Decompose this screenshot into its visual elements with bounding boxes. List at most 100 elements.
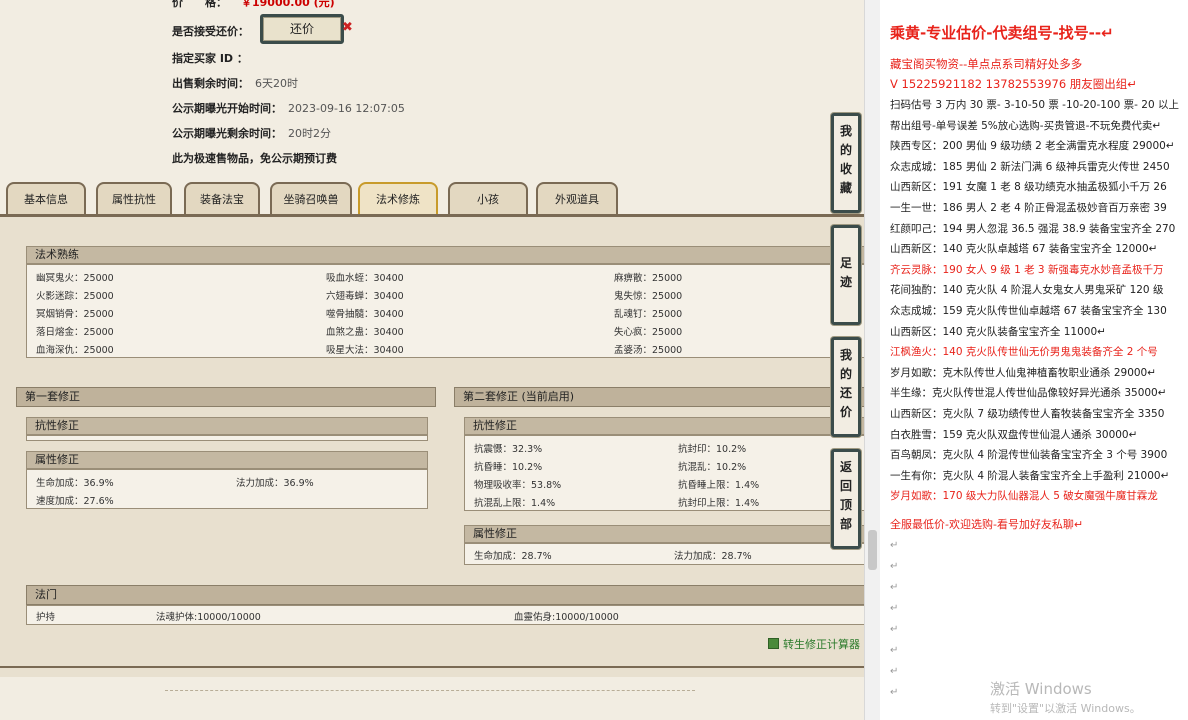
set2-attr-header: 属性修正 — [464, 525, 864, 543]
public-remaining-row: 公示期曝光剩余时间： 20时2分 — [172, 125, 331, 141]
set1-resist-header: 抗性修正 — [26, 417, 428, 435]
tab-mount-pet[interactable]: 坐骑召唤兽 — [270, 182, 352, 216]
skill-cell: 孟婆汤：25000 — [614, 345, 683, 356]
btn-char: 还 — [839, 386, 852, 400]
fashu-header: 法门 — [26, 585, 864, 605]
tab-appearance[interactable]: 外观道具 — [536, 182, 618, 216]
my-haggle-button[interactable]: 我的还价 — [831, 337, 861, 437]
btn-char: 我 — [839, 348, 852, 362]
remaining-time-label: 出售剩余时间： — [172, 77, 249, 90]
btn-char: 返 — [839, 460, 852, 474]
skills-table — [26, 264, 864, 358]
skill-cell: 乱魂钉：25000 — [614, 309, 683, 320]
fast-sale-note: 此为极速售物品，免公示期预订费 — [172, 152, 337, 165]
fashu-cell: 法魂护体:10000/10000 — [156, 612, 261, 623]
btn-char: 藏 — [839, 181, 852, 195]
doc-line: 一生有你：克火队 4 阶混人装备宝宝齐全上手盈利 21000↵ — [890, 469, 1170, 482]
my-favorites-button[interactable]: 我的收藏 — [831, 113, 861, 213]
price-row: 价 格： ￥19000.00 (元) — [172, 0, 335, 10]
vertical-scrollbar[interactable] — [864, 0, 880, 720]
price-value: ￥19000.00 (元) — [241, 0, 335, 9]
price-label: 价 格： — [172, 0, 227, 9]
doc-line: 红颜叩己：194 男人忽混 36.5 强混 38.9 装备宝宝齐全 270 — [890, 222, 1176, 235]
doc-line: 齐云灵脉：190 女人 9 级 1 老 3 新强毒克水妙音孟极千万 — [890, 263, 1164, 276]
tab-child[interactable]: 小孩 — [448, 182, 528, 216]
fashu-body — [26, 605, 864, 625]
btn-char: 迹 — [839, 275, 852, 289]
paragraph-mark: ↵ — [890, 666, 899, 677]
public-remaining-label: 公示期曝光剩余时间： — [172, 127, 282, 140]
btn-char: 部 — [839, 517, 852, 531]
skill-cell: 血海深仇：25000 — [36, 345, 114, 356]
resist-cell: 抗封印：10.2% — [678, 444, 747, 455]
skill-cell: 鬼失惊：25000 — [614, 291, 683, 302]
remaining-time-row: 出售剩余时间： 6天20时 — [172, 75, 298, 91]
tab-attr-resist[interactable]: 属性抗性 — [96, 182, 172, 216]
paragraph-mark: ↵ — [890, 582, 899, 593]
calculator-icon — [768, 638, 779, 649]
doc-line: 帮出组号-单号误差 5%放心选购-买贵管退-不玩免费代卖↵ — [890, 119, 1162, 132]
attr-cell: 法力加成：28.7% — [674, 551, 752, 562]
windows-activation-watermark: 激活 Windows — [990, 680, 1092, 698]
paragraph-mark: ↵ — [890, 624, 899, 635]
skill-cell: 麻痹散：25000 — [614, 273, 683, 284]
btn-char: 收 — [839, 162, 852, 176]
skill-cell: 落日熔金：25000 — [36, 327, 114, 338]
skills-header: 法术熟练 — [26, 246, 864, 264]
public-remaining-value: 20时2分 — [288, 127, 331, 140]
resist-cell: 抗震慑：32.3% — [474, 444, 543, 455]
btn-char: 我 — [839, 124, 852, 138]
resist-cell: 抗混乱上限：1.4% — [474, 498, 556, 509]
paragraph-mark: ↵ — [890, 687, 899, 698]
btn-char: 回 — [839, 479, 852, 493]
skill-cell: 噬骨抽髓：30400 — [326, 309, 404, 320]
haggle-button[interactable]: 还价 — [260, 14, 344, 44]
doc-line: 众志成城：185 男仙 2 新法门满 6 级神兵雷克火传世 2450 — [890, 160, 1170, 173]
btn-char: 顶 — [839, 498, 852, 512]
btn-char: 足 — [839, 256, 852, 270]
doc-line: 江枫渔火：140 克火队传世仙无价男鬼鬼装备齐全 2 个号 — [890, 346, 1158, 359]
set1-header: 第一套修正 — [16, 387, 436, 407]
back-to-top-button[interactable]: 返回顶部 — [831, 449, 861, 549]
tab-basic-info[interactable]: 基本信息 — [6, 182, 86, 216]
paragraph-mark: ↵ — [890, 645, 899, 656]
doc-line: 扫码估号 3 万内 30 票- 3-10-50 票 -10-20-100 票- … — [890, 99, 1179, 111]
skill-cell: 吸星大法：30400 — [326, 345, 404, 356]
footprint-button[interactable]: 足迹 — [831, 225, 861, 325]
doc-line: 百鸟朝凤：克火队 4 阶混传世仙装备宝宝齐全 3 个号 3900 — [890, 449, 1168, 462]
skill-cell: 血煞之蛊：30400 — [326, 327, 404, 338]
doc-line: 山西新区：140 克火队卓越塔 67 装备宝宝齐全 12000↵ — [890, 243, 1158, 256]
resist-cell: 物理吸收率：53.8% — [474, 480, 562, 491]
remaining-time-value: 6天20时 — [255, 77, 298, 90]
doc-line: 山西新区：140 克火队装备宝宝齐全 11000↵ — [890, 325, 1106, 338]
scrollbar-thumb[interactable] — [868, 530, 877, 570]
calc-link-label: 转生修正计算器 — [783, 638, 860, 651]
tab-spell-training[interactable]: 法术修炼 — [358, 182, 438, 216]
doc-line: 藏宝阁买物资--单点点系司精好处多多 — [890, 57, 1083, 71]
close-icon[interactable]: ✖ — [342, 20, 353, 35]
set2-resist-header: 抗性修正 — [464, 417, 864, 435]
divider — [165, 690, 695, 691]
resist-cell: 抗封印上限：1.4% — [678, 498, 760, 509]
skill-cell: 吸血水蛭：30400 — [326, 273, 404, 284]
accept-haggle-label: 是否接受还价： — [172, 25, 249, 38]
attr-cell: 法力加成：36.9% — [236, 478, 314, 489]
attr-cell: 速度加成：27.6% — [36, 496, 114, 507]
public-start-label: 公示期曝光开始时间： — [172, 102, 282, 115]
tab-equipment[interactable]: 装备法宝 — [184, 182, 260, 216]
set1-attr-header: 属性修正 — [26, 451, 428, 469]
calc-link[interactable]: 转生修正计算器 — [768, 636, 860, 652]
windows-activation-hint: 转到"设置"以激活 Windows。 — [990, 702, 1141, 715]
buyer-id-label: 指定买家 ID ： — [172, 52, 248, 65]
btn-char: 的 — [839, 367, 852, 381]
doc-line: 山西新区：191 女魔 1 老 8 级功绩克水抽孟极狐小千万 26 — [890, 181, 1167, 194]
resist-cell: 抗昏睡上限：1.4% — [678, 480, 760, 491]
public-start-row: 公示期曝光开始时间： 2023-09-16 12:07:05 — [172, 100, 405, 116]
document-panel: 乘黄-专业估价-代卖组号-找号--↵ 藏宝阁买物资--单点点系司精好处多多 V … — [880, 0, 1188, 720]
doc-line: 岁月如歌：170 级大力队仙器混人 5 破女魔强牛魔甘霖龙 — [890, 490, 1158, 503]
doc-line: 众志成城：159 克火队传世仙卓越塔 67 装备宝宝齐全 130 — [890, 305, 1167, 317]
paragraph-mark: ↵ — [890, 540, 899, 551]
fashu-cell: 血靈佑身:10000/10000 — [514, 612, 619, 623]
doc-line: 白衣胜雪：159 克火队双盘传世仙混人通杀 30000↵ — [890, 428, 1138, 441]
divider — [0, 666, 864, 668]
